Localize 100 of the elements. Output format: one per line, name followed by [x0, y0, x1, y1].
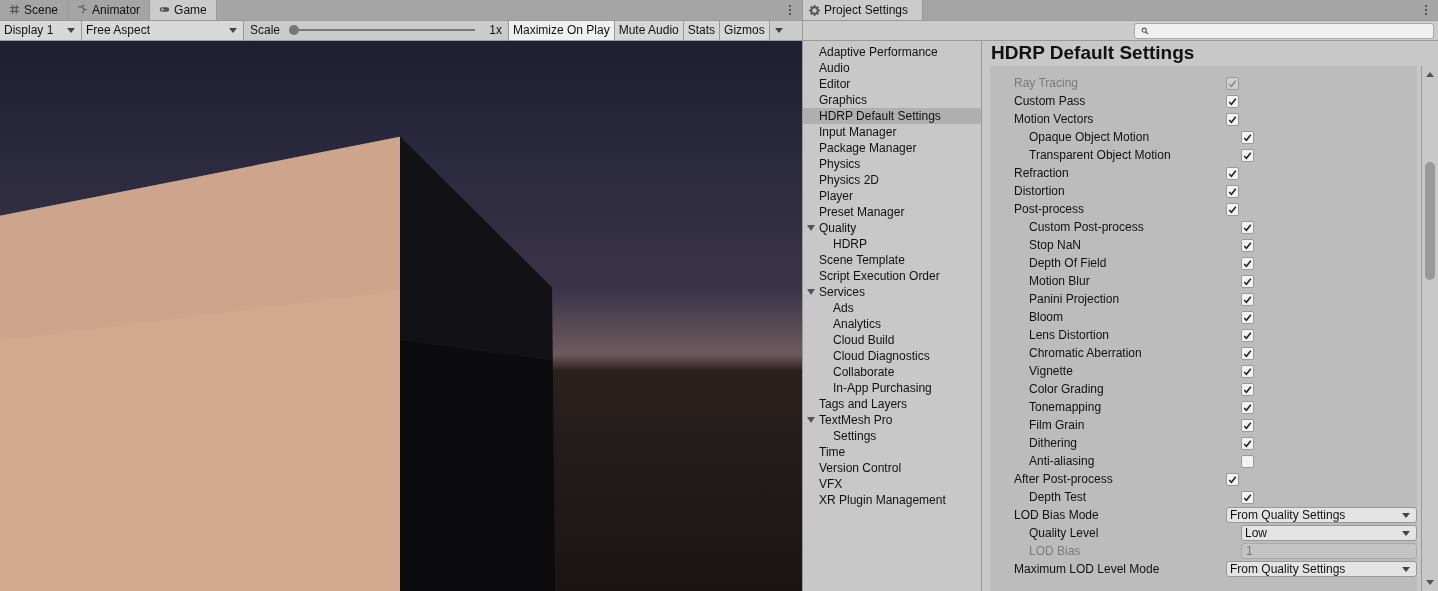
- sidebar-item[interactable]: Version Control: [803, 460, 981, 476]
- checkbox[interactable]: [1241, 310, 1254, 324]
- setting-label: Bloom: [1028, 310, 1064, 324]
- checkbox[interactable]: [1226, 94, 1239, 108]
- search-icon: [1141, 26, 1149, 35]
- checkbox[interactable]: [1241, 274, 1254, 288]
- sidebar-item[interactable]: Adaptive Performance: [803, 44, 981, 60]
- sidebar-item[interactable]: Analytics: [803, 316, 981, 332]
- setting-dropdown[interactable]: From Quality Settings: [1226, 561, 1417, 577]
- checkbox[interactable]: [1241, 454, 1254, 468]
- setting-label: Opaque Object Motion: [1028, 130, 1151, 144]
- sidebar-item[interactable]: Ads: [803, 300, 981, 316]
- view-tab[interactable]: Game: [150, 0, 217, 20]
- checkbox[interactable]: [1241, 418, 1254, 432]
- checkbox[interactable]: [1241, 490, 1254, 504]
- scroll-up-icon[interactable]: [1426, 72, 1434, 77]
- foldout-icon[interactable]: [807, 416, 815, 424]
- sidebar-item[interactable]: Tags and Layers: [803, 396, 981, 412]
- setting-label: Distortion: [1013, 184, 1066, 198]
- view-tab[interactable]: Scene: [0, 0, 69, 20]
- sidebar-item[interactable]: Cloud Build: [803, 332, 981, 348]
- sidebar-item[interactable]: In-App Purchasing: [803, 380, 981, 396]
- setting-label: Refraction: [1013, 166, 1070, 180]
- setting-label: Transparent Object Motion: [1028, 148, 1172, 162]
- setting-label: Stop NaN: [1028, 238, 1083, 252]
- sidebar-item[interactable]: Time: [803, 444, 981, 460]
- checkbox[interactable]: [1226, 112, 1239, 126]
- setting-label: Ray Tracing: [1013, 76, 1080, 90]
- sidebar-item[interactable]: Package Manager: [803, 140, 981, 156]
- checkbox[interactable]: [1226, 202, 1239, 216]
- branch-icon: [77, 4, 89, 16]
- checkbox[interactable]: [1226, 184, 1239, 198]
- setting-label: Panini Projection: [1028, 292, 1121, 306]
- setting-label: Depth Test: [1028, 490, 1088, 504]
- caret-icon[interactable]: [774, 27, 783, 33]
- sidebar-item[interactable]: Quality: [803, 220, 981, 236]
- setting-label: Motion Blur: [1028, 274, 1091, 288]
- checkbox[interactable]: [1241, 238, 1254, 252]
- sidebar-item[interactable]: HDRP: [803, 236, 981, 252]
- sidebar-item[interactable]: Script Execution Order: [803, 268, 981, 284]
- sidebar-item[interactable]: Editor: [803, 76, 981, 92]
- checkbox[interactable]: [1226, 166, 1239, 180]
- more-icon[interactable]: [1424, 4, 1428, 16]
- setting-label: Vignette: [1028, 364, 1074, 378]
- caret-icon: [1402, 530, 1410, 536]
- more-icon[interactable]: [788, 4, 792, 16]
- setting-label: Custom Post-process: [1028, 220, 1145, 234]
- sidebar-item[interactable]: Player: [803, 188, 981, 204]
- checkbox[interactable]: [1241, 292, 1254, 306]
- sidebar-item[interactable]: XR Plugin Management: [803, 492, 981, 508]
- setting-label: Custom Pass: [1013, 94, 1087, 108]
- sidebar-item[interactable]: VFX: [803, 476, 981, 492]
- checkbox[interactable]: [1241, 382, 1254, 396]
- checkbox[interactable]: [1241, 130, 1254, 144]
- grid-icon: [9, 4, 20, 16]
- checkbox[interactable]: [1226, 472, 1239, 486]
- sidebar-item[interactable]: Graphics: [803, 92, 981, 108]
- checkbox[interactable]: [1241, 400, 1254, 414]
- setting-label: Post-process: [1013, 202, 1086, 216]
- setting-label: Dithering: [1028, 436, 1079, 450]
- foldout-icon[interactable]: [807, 224, 815, 232]
- sidebar-item[interactable]: Cloud Diagnostics: [803, 348, 981, 364]
- search-field[interactable]: [1134, 22, 1434, 39]
- sidebar-item[interactable]: Audio: [803, 60, 981, 76]
- setting-dropdown[interactable]: Low: [1241, 525, 1417, 541]
- foldout-icon[interactable]: [807, 288, 815, 296]
- setting-dropdown[interactable]: From Quality Settings: [1226, 507, 1417, 523]
- scale-slider-thumb[interactable]: [289, 25, 300, 36]
- settings-tab[interactable]: Project Settings: [803, 0, 924, 20]
- scrollbar[interactable]: [1421, 66, 1438, 591]
- setting-label: LOD Bias Mode: [1013, 508, 1100, 522]
- sidebar-item[interactable]: Physics 2D: [803, 172, 981, 188]
- sidebar-item[interactable]: Collaborate: [803, 364, 981, 380]
- setting-label: Anti-aliasing: [1028, 454, 1096, 468]
- sidebar-item[interactable]: HDRP Default Settings: [803, 108, 981, 124]
- scroll-down-icon[interactable]: [1426, 580, 1434, 585]
- checkbox[interactable]: [1241, 328, 1254, 342]
- scale-label: Scale: [250, 23, 281, 38]
- checkbox[interactable]: [1241, 364, 1254, 378]
- sidebar-item[interactable]: Physics: [803, 156, 981, 172]
- caret-icon: [1402, 566, 1410, 572]
- setting-label: Lens Distortion: [1028, 328, 1111, 342]
- sidebar-item[interactable]: Input Manager: [803, 124, 981, 140]
- sidebar-item[interactable]: Scene Template: [803, 252, 981, 268]
- sidebar-item[interactable]: Preset Manager: [803, 204, 981, 220]
- sidebar-item[interactable]: Settings: [803, 428, 981, 444]
- setting-label: Film Grain: [1028, 418, 1086, 432]
- checkbox[interactable]: [1241, 256, 1254, 270]
- sidebar-item[interactable]: Services: [803, 284, 981, 300]
- checkbox[interactable]: [1241, 436, 1254, 450]
- scrollbar-thumb[interactable]: [1425, 162, 1435, 280]
- checkbox[interactable]: [1241, 346, 1254, 360]
- checkbox[interactable]: [1241, 220, 1254, 234]
- scale-value: 1x: [489, 23, 502, 38]
- setting-label: Maximum LOD Level Mode: [1013, 562, 1161, 576]
- setting-label: Chromatic Aberration: [1028, 346, 1143, 360]
- setting-label: Tonemapping: [1028, 400, 1103, 414]
- checkbox[interactable]: [1241, 148, 1254, 162]
- setting-label: Quality Level: [1028, 526, 1100, 540]
- sidebar-item[interactable]: TextMesh Pro: [803, 412, 981, 428]
